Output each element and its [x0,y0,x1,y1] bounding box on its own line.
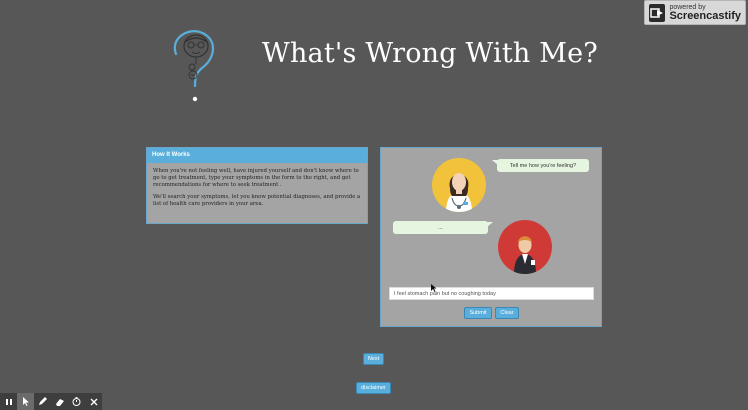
next-button[interactable]: Next [363,353,384,365]
how-it-works-panel: How It Works When you're not feeling wel… [146,147,368,224]
screencastify-badge: powered by Screencastify [644,0,746,25]
pen-icon[interactable] [34,393,51,410]
clear-button[interactable]: Clear [495,307,519,319]
eraser-icon[interactable] [51,393,68,410]
how-it-works-body: When you're not feeling well, have injur… [147,163,367,213]
timer-icon[interactable] [68,393,85,410]
how-it-works-paragraph-1: When you're not feeling well, have injur… [153,168,359,189]
chat-panel: Tell me how you're feeling? ... Submit C… [380,147,602,327]
how-it-works-paragraph-2: We'll search your symptoms, let you know… [153,193,361,207]
mouse-cursor-icon [431,277,437,292]
user-message-bubble: ... [393,221,493,234]
symptom-input[interactable] [389,287,594,300]
question-mark-face-logo [166,28,222,104]
pause-icon[interactable] [0,393,17,410]
page-title: What's Wrong With Me? [262,38,598,69]
close-icon[interactable] [85,393,102,410]
pointer-icon[interactable] [17,393,34,410]
screencastify-logo-icon [649,3,666,22]
user-avatar [498,220,552,274]
submit-button[interactable]: Submit [464,307,492,319]
disclaimer-button[interactable]: disclaimer [356,382,391,394]
annotation-toolbar [0,393,102,410]
how-it-works-title: How It Works [147,148,367,163]
doctor-message-bubble: Tell me how you're feeling? [492,159,589,172]
doctor-avatar [432,158,486,212]
badge-brand-text: Screencastify [669,9,741,22]
